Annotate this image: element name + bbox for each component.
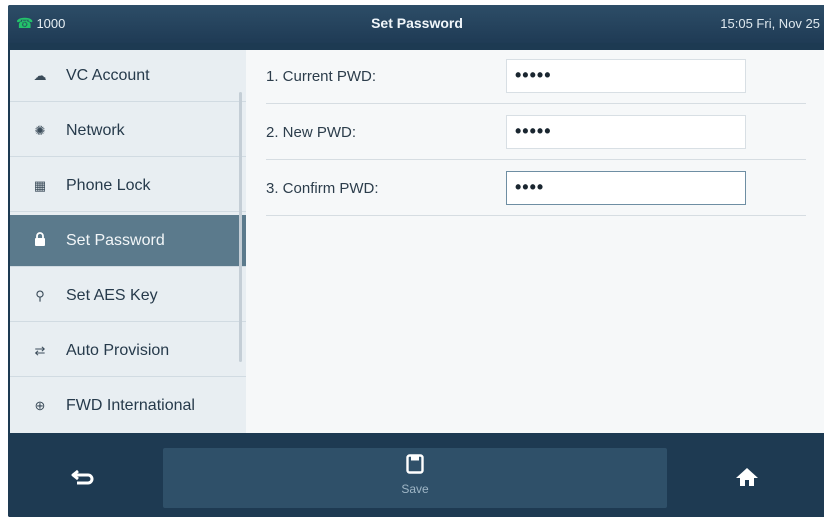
current-pwd-label: 1. Current PWD: xyxy=(266,68,377,85)
sidebar-item-vc-account[interactable]: ☁ VC Account xyxy=(10,50,246,102)
sidebar-item-phone-lock[interactable]: ▦ Phone Lock xyxy=(10,160,246,212)
current-pwd-input[interactable]: ••••• xyxy=(506,59,746,93)
sidebar-item-network[interactable]: ✺ Network xyxy=(10,105,246,157)
date-time: 15:05 Fri, Nov 25 xyxy=(720,16,820,31)
sidebar-item-label: Set AES Key xyxy=(66,286,158,304)
back-button[interactable] xyxy=(68,462,98,492)
phone-screen: ☎ 1000 Set Password 15:05 Fri, Nov 25 ☁ … xyxy=(8,5,824,517)
sidebar-item-label: Auto Provision xyxy=(66,341,170,359)
globe-icon: ⊕ xyxy=(34,398,46,413)
confirm-pwd-input[interactable]: •••• xyxy=(506,171,746,205)
auto-provision-icon: ⇄ xyxy=(34,342,46,358)
sidebar-item-set-password[interactable]: Set Password xyxy=(10,215,246,267)
sidebar-item-fwd-international[interactable]: ⊕ FWD International xyxy=(10,380,246,432)
confirm-pwd-label: 3. Confirm PWD: xyxy=(266,180,379,197)
sidebar-scrollbar[interactable] xyxy=(239,92,242,362)
form-row-current-pwd: 1. Current PWD: ••••• xyxy=(266,50,806,104)
form-row-new-pwd: 2. New PWD: ••••• xyxy=(266,106,806,160)
phone-lock-icon: ▦ xyxy=(33,177,47,193)
status-bar: ☎ 1000 Set Password 15:05 Fri, Nov 25 xyxy=(8,5,824,43)
form-row-confirm-pwd: 3. Confirm PWD: •••• xyxy=(266,162,806,216)
sidebar-item-label: FWD International xyxy=(66,397,195,414)
save-label: Save xyxy=(401,482,429,496)
network-icon: ✺ xyxy=(34,122,46,138)
settings-sidebar: ☁ VC Account ✺ Network ▦ Phone Lock Set … xyxy=(10,50,246,433)
back-arrow-icon xyxy=(71,469,94,485)
sidebar-item-auto-provision[interactable]: ⇄ Auto Provision xyxy=(10,325,246,377)
sidebar-item-set-aes-key[interactable]: ⚲ Set AES Key xyxy=(10,270,246,322)
new-pwd-input[interactable]: ••••• xyxy=(506,115,746,149)
save-icon xyxy=(163,454,667,480)
page-title: Set Password xyxy=(371,15,463,31)
new-pwd-label: 2. New PWD: xyxy=(266,124,357,141)
cloud-icon: ☁ xyxy=(33,67,47,83)
sidebar-item-label: VC Account xyxy=(66,66,150,84)
sidebar-item-label: Network xyxy=(66,121,125,139)
key-icon: ⚲ xyxy=(35,287,45,303)
home-icon xyxy=(736,468,758,486)
lock-icon xyxy=(28,232,52,249)
save-button[interactable]: Save xyxy=(163,448,667,508)
home-button[interactable] xyxy=(732,462,762,492)
sidebar-item-label: Set Password xyxy=(66,231,165,249)
password-form: 1. Current PWD: ••••• 2. New PWD: ••••• … xyxy=(246,50,824,433)
sidebar-item-label: Phone Lock xyxy=(66,176,151,194)
softkey-bar: Save xyxy=(8,438,824,517)
